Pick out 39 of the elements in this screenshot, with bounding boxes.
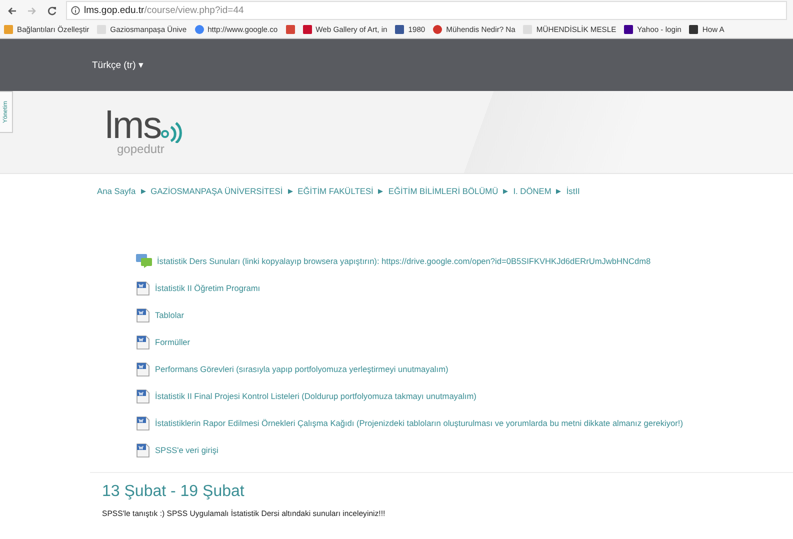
document-icon xyxy=(136,308,150,322)
separator-icon xyxy=(503,188,508,194)
separator-icon xyxy=(288,188,293,194)
document-icon xyxy=(136,280,150,296)
document-icon xyxy=(136,416,150,430)
document-icon xyxy=(136,362,150,376)
breadcrumb-link[interactable]: EĞİTİM FAKÜLTESİ xyxy=(298,186,374,196)
resource-link[interactable]: Performans Görevleri (sırasıyla yapıp portfolyomuza yerleştirmeyi unutmayalım) xyxy=(155,364,448,374)
logo-text: lms xyxy=(105,109,162,143)
section-title: 13 Şubat - 19 Şubat xyxy=(102,483,246,501)
reload-button[interactable] xyxy=(46,4,58,16)
separator-icon xyxy=(378,188,384,194)
breadcrumb-link[interactable]: İstII xyxy=(566,186,580,196)
resource-link[interactable]: İstatistik Ders Sunuları (linki kopyalayıp browsera yapıştırın): https://drive.google.com/open?id=0B5SIFKVHKJd6dERrUmJwbHNCdm8 xyxy=(157,256,651,266)
bookmark[interactable] xyxy=(286,25,295,34)
signal-icon xyxy=(161,121,184,143)
address-bar[interactable]: lms.gop.edu.tr/course/view.php?id=44 xyxy=(66,1,787,20)
logo-subtitle: gopedutr xyxy=(117,143,166,155)
url-path: /course/view.php?id=44 xyxy=(144,5,244,16)
resource-link[interactable]: Formüller xyxy=(155,337,190,347)
breadcrumb-link[interactable]: I. DÖNEM xyxy=(513,186,552,196)
document-icon xyxy=(136,334,150,350)
separator-icon xyxy=(140,188,146,194)
resource-link[interactable]: İstatistik II Öğretim Programı xyxy=(155,283,260,293)
breadcrumb-link[interactable]: EĞİTİM BİLİMLERİ BÖLÜMÜ xyxy=(388,186,498,196)
resource-link[interactable]: Tablolar xyxy=(155,310,184,320)
language-menu[interactable]: Türkçe (tr) ▾ xyxy=(92,59,144,71)
url-host: lms.gop.edu.tr xyxy=(84,5,144,16)
back-button[interactable] xyxy=(6,4,18,16)
resource-link[interactable]: İstatistiklerin Rapor Edilmesi Örnekleri Çalışma Kağıdı (Projenizdeki tabloların oluşturulması ve yorumlarda bu metni dikkate almanız gerekiyor!) xyxy=(155,418,683,428)
document-icon xyxy=(136,442,150,458)
resource-link[interactable]: SPSS'e veri girişi xyxy=(155,445,218,455)
info-icon xyxy=(71,6,80,15)
breadcrumb-link[interactable]: GAZİOSMANPAŞA ÜNİVERSİTESİ xyxy=(150,186,283,196)
breadcrumb-link[interactable]: Ana Sayfa xyxy=(97,186,136,196)
chat-icon xyxy=(136,254,152,268)
resource-link[interactable]: İstatistik II Final Projesi Kontrol Listeleri (Doldurup portfolyomuza takmayı unutmayalım) xyxy=(155,391,476,401)
document-icon xyxy=(136,388,150,404)
separator-icon xyxy=(556,188,562,194)
